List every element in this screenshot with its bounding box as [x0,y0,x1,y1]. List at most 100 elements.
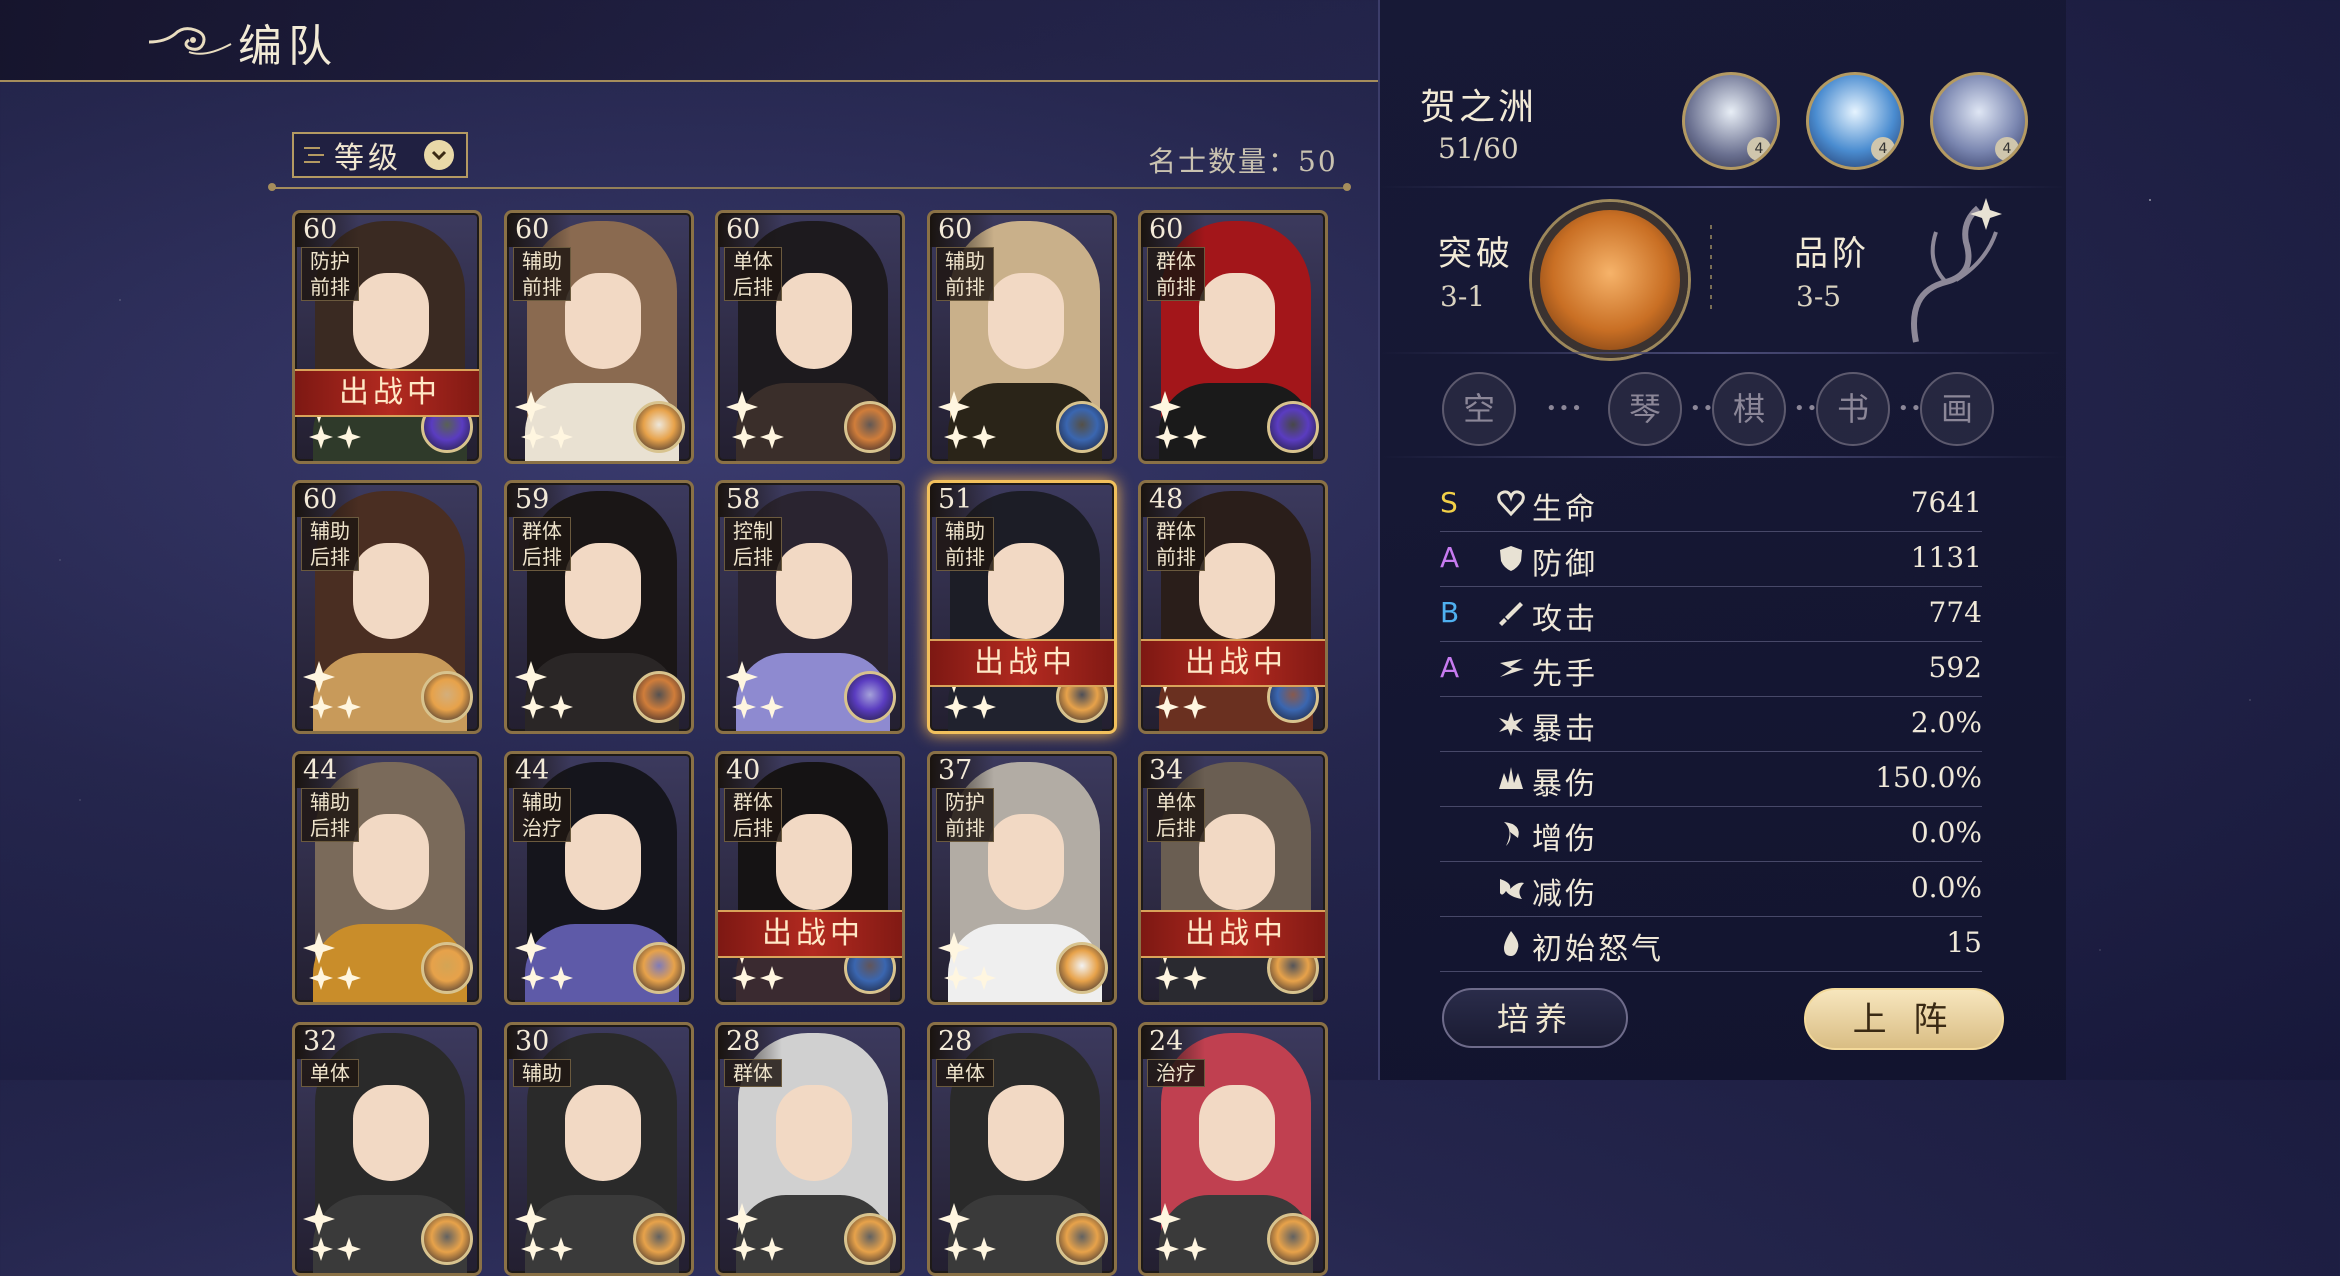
stat-row: 减伤 0.0% [1440,863,1982,917]
deploy-button[interactable]: 上 阵 [1804,988,2004,1050]
element-badge-icon [844,1213,896,1265]
hero-card[interactable]: 48 群体 前排 出战中 [1138,480,1328,734]
hero-card[interactable]: 60 辅助 后排 [292,480,482,734]
talent-slot-qin[interactable]: 琴 [1608,372,1682,446]
shield-icon [1500,546,1522,571]
element-badge-icon [1056,1213,1108,1265]
deployed-banner: 出战中 [1141,910,1325,958]
hero-role-tag: 辅助 治疗 [513,788,571,842]
stat-grade: A [1440,541,1460,574]
skill-icon-2[interactable]: 4 [1806,72,1904,170]
role-type: 群体 [522,519,562,543]
hero-card[interactable]: 44 辅助 后排 [292,751,482,1005]
row-divider [1440,586,1982,587]
header-bar: 编队 [0,0,1380,82]
element-badge-icon [421,671,473,723]
hero-role-tag: 防护 前排 [301,247,359,301]
hero-name: 贺之洲 [1420,87,1538,128]
hero-card[interactable]: 60 单体 后排 [715,210,905,464]
hero-level-badge: 37 [930,754,994,788]
role-type: 单体 [945,1061,985,1085]
role-position: 后排 [733,275,773,299]
stat-grade: S [1440,486,1458,519]
role-type: 辅助 [522,1061,562,1085]
role-type: 治疗 [1156,1061,1196,1085]
row-divider [1440,806,1982,807]
train-button[interactable]: 培养 [1442,988,1628,1048]
hero-role-tag: 单体 后排 [1147,788,1205,842]
hero-role-tag: 辅助 前排 [936,247,994,301]
hero-card[interactable]: 51 辅助 前排 出战中 [927,480,1117,734]
row-divider [1440,751,1982,752]
hero-card[interactable]: 58 控制 后排 [715,480,905,734]
row-divider [1440,861,1982,862]
hero-level-badge: 60 [718,213,782,247]
rank-deer-icon[interactable] [1886,192,2006,352]
row-divider [1440,531,1982,532]
breakthrough-orb-icon[interactable] [1532,202,1688,358]
back-swirl-icon[interactable] [145,12,235,68]
breakthrough-value: 3-1 [1440,280,1486,313]
role-type: 防护 [310,249,350,273]
role-type: 辅助 [522,249,562,273]
star-rank-icon [303,932,361,990]
stat-row: B 攻击 774 [1440,588,1982,642]
skill-icon-3[interactable]: 4 [1930,72,2028,170]
role-type: 辅助 [945,519,985,543]
stat-row: 初始怒气 15 [1440,918,1982,972]
role-type: 控制 [733,519,773,543]
rank-value: 3-5 [1796,280,1842,313]
hero-level-badge: 48 [1141,483,1205,517]
role-type: 单体 [1156,790,1196,814]
hero-role-tag: 群体 前排 [1147,247,1205,301]
divider [268,183,1351,191]
hero-card[interactable]: 24 治疗 [1138,1022,1328,1276]
chevron-down-icon [424,140,454,170]
rage-icon [1504,931,1519,956]
stat-name: 初始怒气 [1532,932,1664,967]
sort-lines-icon [304,147,324,163]
hero-card[interactable]: 60 辅助 前排 [927,210,1117,464]
hero-card[interactable]: 40 群体 后排 出战中 [715,751,905,1005]
hero-card[interactable]: 60 群体 前排 [1138,210,1328,464]
hero-role-tag: 群体 [724,1059,782,1087]
talent-slot-shu[interactable]: 书 [1816,372,1890,446]
role-position: 前排 [310,275,350,299]
star-rank-icon [938,932,996,990]
hero-card[interactable]: 44 辅助 治疗 [504,751,694,1005]
stat-value: 592 [1928,651,1982,684]
hero-role-tag: 群体 后排 [513,517,571,571]
hero-level-badge: 60 [930,213,994,247]
hero-card[interactable]: 28 群体 [715,1022,905,1276]
hero-role-tag: 控制 后排 [724,517,782,571]
hero-level-badge: 59 [507,483,571,517]
hero-card[interactable]: 32 单体 [292,1022,482,1276]
hero-card[interactable]: 28 单体 [927,1022,1117,1276]
hero-card[interactable]: 60 辅助 前排 [504,210,694,464]
stat-name: 生命 [1532,492,1598,527]
role-type: 辅助 [310,790,350,814]
damage-up-icon [1504,822,1519,846]
role-type: 群体 [1156,249,1196,273]
crit-icon [1499,712,1523,736]
skill-icon-1[interactable]: 4 [1682,72,1780,170]
hero-card[interactable]: 37 防护 前排 [927,751,1117,1005]
role-type: 单体 [310,1061,350,1085]
talent-slot-qi[interactable]: 棋 [1712,372,1786,446]
deployed-banner: 出战中 [1141,639,1325,687]
hero-level-badge: 60 [295,483,359,517]
talent-slot-hua[interactable]: 画 [1920,372,1994,446]
hero-card[interactable]: 34 单体 后排 出战中 [1138,751,1328,1005]
hero-card[interactable]: 59 群体 后排 [504,480,694,734]
stat-row: S 生命 7641 [1440,478,1982,532]
hero-card[interactable]: 30 辅助 [504,1022,694,1276]
row-divider [1440,916,1982,917]
element-badge-icon [421,1213,473,1265]
hero-level-badge: 60 [295,213,359,247]
sort-dropdown[interactable]: 等级 [292,132,468,178]
talent-slot-empty[interactable]: 空 [1442,372,1516,446]
hero-role-tag: 防护 前排 [936,788,994,842]
hero-role-tag: 辅助 后排 [301,517,359,571]
stat-row: 增伤 0.0% [1440,808,1982,862]
hero-card[interactable]: 60 防护 前排 出战中 [292,210,482,464]
